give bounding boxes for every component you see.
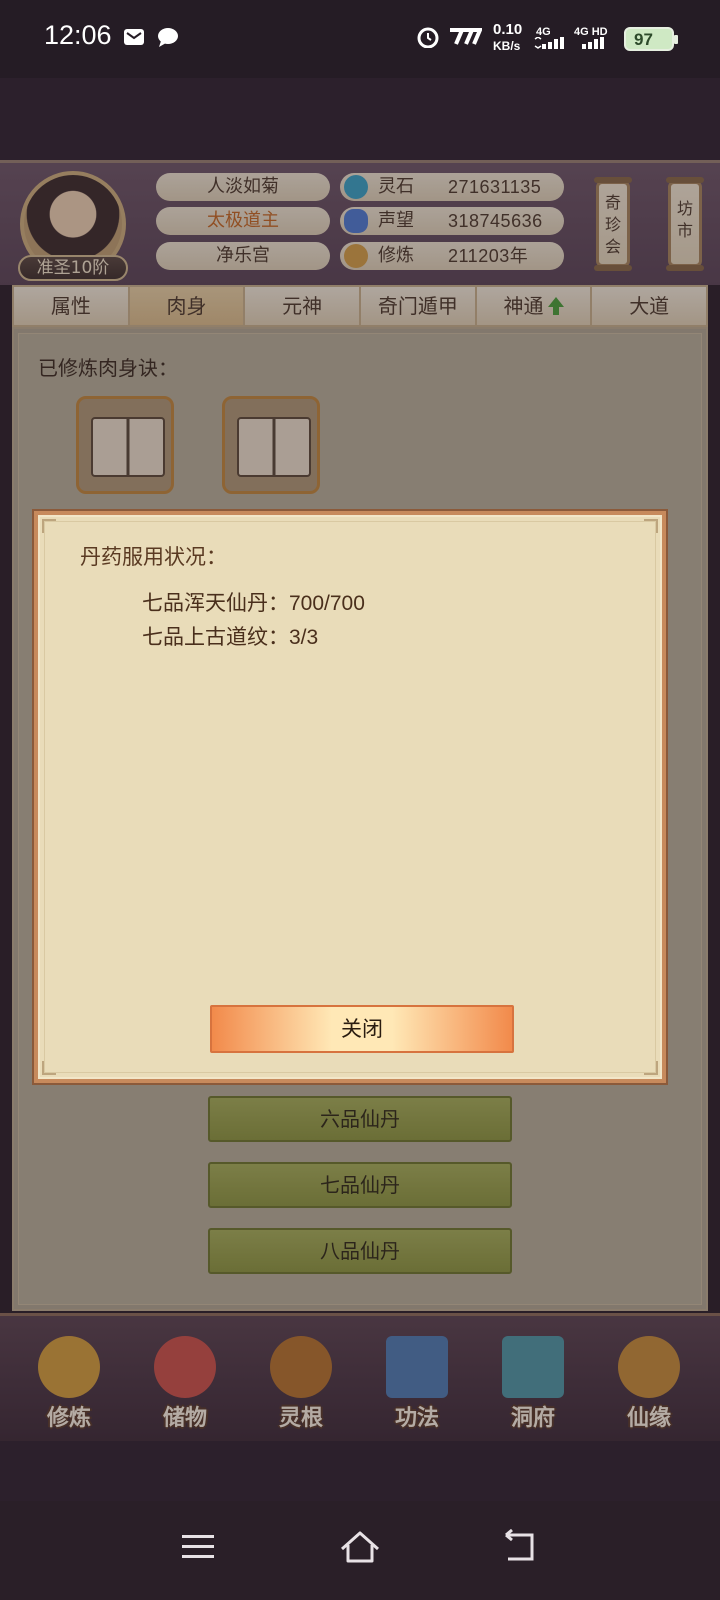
pill-count: 700/700 [289,592,365,615]
net-speed-unit: KB/s [493,39,521,53]
dialog-corner-ornament [42,1061,56,1075]
system-nav-bar [0,1501,720,1600]
pill-status-dialog: 丹药服用状况： 七品浑天仙丹：700/700 七品上古道纹：3/3 关闭 [34,511,666,1083]
menu-icon[interactable] [180,1529,216,1565]
battery-level: 97 [634,30,653,49]
signal-icon [534,37,564,49]
mail-icon [124,29,144,45]
chat-bubble-icon [158,28,178,47]
dialog-corner-ornament [644,519,658,533]
pill-name: 七品上古道纹： [142,625,289,649]
alarm-icon [417,27,439,48]
carrier-logo-icon [450,28,482,45]
dialog-title: 丹药服用状况： [80,545,227,569]
signal-icon-2 [582,37,604,49]
battery-icon: 97 [624,27,678,51]
pill-status-line: 七品上古道纹：3/3 [142,621,318,651]
back-icon[interactable] [500,1529,540,1565]
status-time: 12:06 [44,20,112,50]
pill-name: 七品浑天仙丹： [142,591,289,615]
dialog-corner-ornament [42,519,56,533]
close-button[interactable]: 关闭 [210,1005,514,1053]
pill-status-line: 七品浑天仙丹：700/700 [142,587,365,617]
net-speed-value: 0.10 [493,21,523,38]
pill-count: 3/3 [289,626,319,649]
status-bar: 12:06 0.10 KB/s 4G 4G HD 97 [0,0,720,78]
home-icon[interactable] [338,1529,382,1565]
dialog-corner-ornament [644,1061,658,1075]
